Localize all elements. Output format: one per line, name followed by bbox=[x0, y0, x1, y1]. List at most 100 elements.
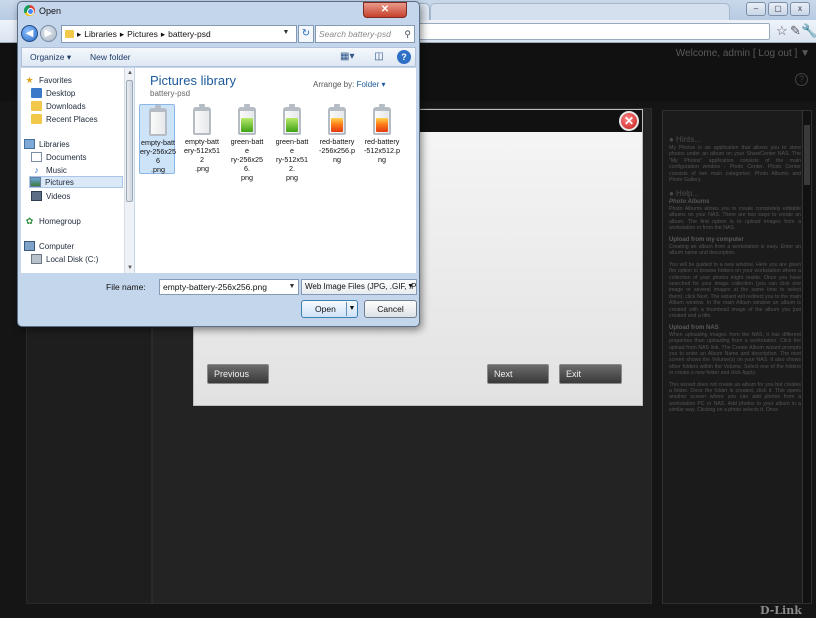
open-label: Open bbox=[315, 304, 336, 314]
exit-button[interactable]: Exit bbox=[559, 364, 622, 384]
wizard-text: This wizard does not create an album for… bbox=[669, 381, 801, 414]
file-type-select[interactable]: Web Image Files (JPG, .GIF, .PN ▼ bbox=[301, 279, 417, 295]
nav-label: Videos bbox=[46, 191, 71, 201]
file-name-line: green-batte bbox=[275, 137, 309, 155]
file-item[interactable]: green-batte ry-256x256. png bbox=[229, 104, 265, 182]
file-item[interactable]: red-battery -512x512.p ng bbox=[364, 104, 400, 174]
open-button[interactable]: Open ▼ bbox=[301, 300, 358, 318]
green-battery-icon bbox=[238, 104, 256, 135]
scroll-up-icon[interactable]: ▲ bbox=[126, 69, 134, 77]
help-icon[interactable]: ? bbox=[795, 73, 808, 86]
nav-documents[interactable]: Documents bbox=[31, 151, 86, 163]
new-folder-button[interactable]: New folder bbox=[90, 52, 131, 62]
nav-label: Favorites bbox=[39, 75, 72, 85]
chevron-down-icon[interactable]: ▼ bbox=[286, 279, 298, 295]
hints-text: My Photos is an application that allows … bbox=[669, 145, 801, 184]
help-icon[interactable]: ? bbox=[397, 50, 411, 64]
breadcrumb[interactable]: ▸ Libraries ▸ Pictures ▸ battery-psd bbox=[61, 25, 297, 43]
nav-label: Pictures bbox=[45, 177, 74, 187]
wrench-icon[interactable]: 🔧 bbox=[801, 23, 816, 39]
guide-text: You will be guided to a new window. Here… bbox=[669, 261, 801, 319]
chevron-down-icon: ▼ bbox=[407, 283, 414, 290]
nav-recent-places[interactable]: Recent Places bbox=[31, 113, 98, 125]
file-item[interactable]: green-batte ry-512x512. png bbox=[274, 104, 310, 182]
address-bar[interactable] bbox=[410, 23, 770, 40]
libraries-icon bbox=[24, 139, 35, 149]
window-controls: – ▢ x bbox=[746, 2, 810, 16]
file-name-label: File name: bbox=[106, 282, 146, 292]
file-name: empty-batt ery-256x256 .png bbox=[140, 138, 176, 174]
open-split-chevron-icon[interactable]: ▼ bbox=[346, 302, 357, 316]
breadcrumb-libraries[interactable]: Libraries bbox=[84, 29, 117, 39]
view-options-icon[interactable]: ▦▾ bbox=[340, 50, 354, 64]
nav-desktop[interactable]: Desktop bbox=[31, 87, 75, 99]
nav-label: Libraries bbox=[39, 139, 70, 149]
file-name-line: red-battery bbox=[364, 137, 400, 146]
file-item[interactable]: empty-batt ery-512x512 .png bbox=[184, 104, 220, 174]
pencil-icon[interactable]: ✎ bbox=[790, 23, 801, 39]
nav-homegroup[interactable]: ✿ Homegroup bbox=[24, 215, 81, 227]
breadcrumb-battery-psd[interactable]: battery-psd bbox=[168, 29, 211, 39]
file-name-line: green-batte bbox=[230, 137, 264, 155]
maximize-button[interactable]: ▢ bbox=[768, 2, 788, 16]
scroll-thumb[interactable] bbox=[126, 80, 133, 202]
empty-battery-icon bbox=[149, 105, 167, 136]
bookmark-star-icon[interactable]: ☆ bbox=[776, 23, 788, 39]
cancel-button[interactable]: Cancel bbox=[364, 300, 417, 318]
file-name-input[interactable]: empty-battery-256x256.png bbox=[159, 279, 299, 295]
search-icon[interactable]: ⚲ bbox=[404, 26, 411, 42]
breadcrumb-pictures[interactable]: Pictures bbox=[127, 29, 158, 39]
navigation-row: ◀ ▶ ▸ Libraries ▸ Pictures ▸ battery-psd… bbox=[21, 24, 416, 44]
file-name-line: ng bbox=[378, 155, 386, 164]
chevron-down-icon[interactable]: ▼ bbox=[280, 26, 292, 40]
arrange-dropdown[interactable]: Folder ▾ bbox=[357, 80, 386, 89]
minimize-button[interactable]: – bbox=[746, 2, 766, 16]
red-battery-icon bbox=[373, 104, 391, 135]
search-input[interactable]: Search battery-psd ⚲ bbox=[315, 25, 415, 43]
hints-scrollbar[interactable] bbox=[802, 111, 811, 603]
pictures-icon bbox=[30, 177, 41, 187]
wizard-close-icon[interactable]: ✕ bbox=[619, 111, 639, 131]
breadcrumb-separator: ▸ bbox=[160, 28, 166, 39]
file-name-line: empty-batt bbox=[141, 138, 175, 147]
nav-label: Computer bbox=[39, 241, 75, 251]
previous-button[interactable]: Previous bbox=[207, 364, 269, 384]
dialog-close-button[interactable]: ✕ bbox=[363, 2, 407, 18]
documents-icon bbox=[31, 152, 42, 162]
computer-icon bbox=[24, 241, 35, 251]
browser-tab[interactable] bbox=[430, 3, 730, 20]
nav-local-disk[interactable]: Local Disk (C:) bbox=[31, 253, 98, 265]
file-item[interactable]: red-battery -256x256.p ng bbox=[319, 104, 355, 174]
forward-arrow-icon[interactable]: ▶ bbox=[40, 25, 57, 42]
nav-libraries[interactable]: Libraries bbox=[24, 138, 70, 150]
nav-downloads[interactable]: Downloads bbox=[31, 100, 86, 112]
breadcrumb-separator: ▸ bbox=[119, 28, 125, 39]
scroll-down-icon[interactable]: ▼ bbox=[126, 264, 134, 272]
file-type-value: Web Image Files (JPG, .GIF, .PN bbox=[305, 282, 417, 291]
nav-videos[interactable]: Videos bbox=[31, 190, 70, 202]
next-button[interactable]: Next bbox=[487, 364, 549, 384]
scroll-thumb[interactable] bbox=[804, 125, 810, 185]
nav-label: Downloads bbox=[46, 101, 86, 111]
nav-label: Local Disk (C:) bbox=[46, 254, 99, 264]
recent-places-icon bbox=[31, 114, 42, 124]
organize-button[interactable]: Organize ▾ bbox=[30, 52, 71, 63]
file-name: red-battery -512x512.p ng bbox=[364, 137, 400, 164]
navigation-scrollbar[interactable]: ▲ ▼ bbox=[124, 68, 134, 273]
nav-pictures[interactable]: Pictures bbox=[29, 176, 123, 188]
welcome-text[interactable]: Welcome, admin [ Log out ] ▼ bbox=[676, 48, 810, 59]
photo-albums-text: Photo Albums allows you to create comple… bbox=[669, 205, 801, 232]
dialog-title-text: Open bbox=[39, 5, 62, 16]
nav-favorites[interactable]: ★ Favorites bbox=[24, 74, 72, 86]
file-name-line: png bbox=[286, 173, 298, 182]
file-name-line: -512x512.p bbox=[364, 146, 400, 155]
back-arrow-icon[interactable]: ◀ bbox=[21, 25, 38, 42]
file-item[interactable]: empty-batt ery-256x256 .png bbox=[139, 104, 176, 174]
nav-computer[interactable]: Computer bbox=[24, 240, 74, 252]
dlink-logo: D-Link bbox=[760, 604, 802, 617]
nav-music[interactable]: ♪ Music bbox=[31, 164, 67, 176]
refresh-icon[interactable]: ↻ bbox=[298, 25, 314, 43]
preview-pane-icon[interactable]: ◫ bbox=[372, 50, 386, 64]
window-close-button[interactable]: x bbox=[790, 2, 810, 16]
upload-nas-text: When uploading images from the NAS, it h… bbox=[669, 331, 801, 377]
